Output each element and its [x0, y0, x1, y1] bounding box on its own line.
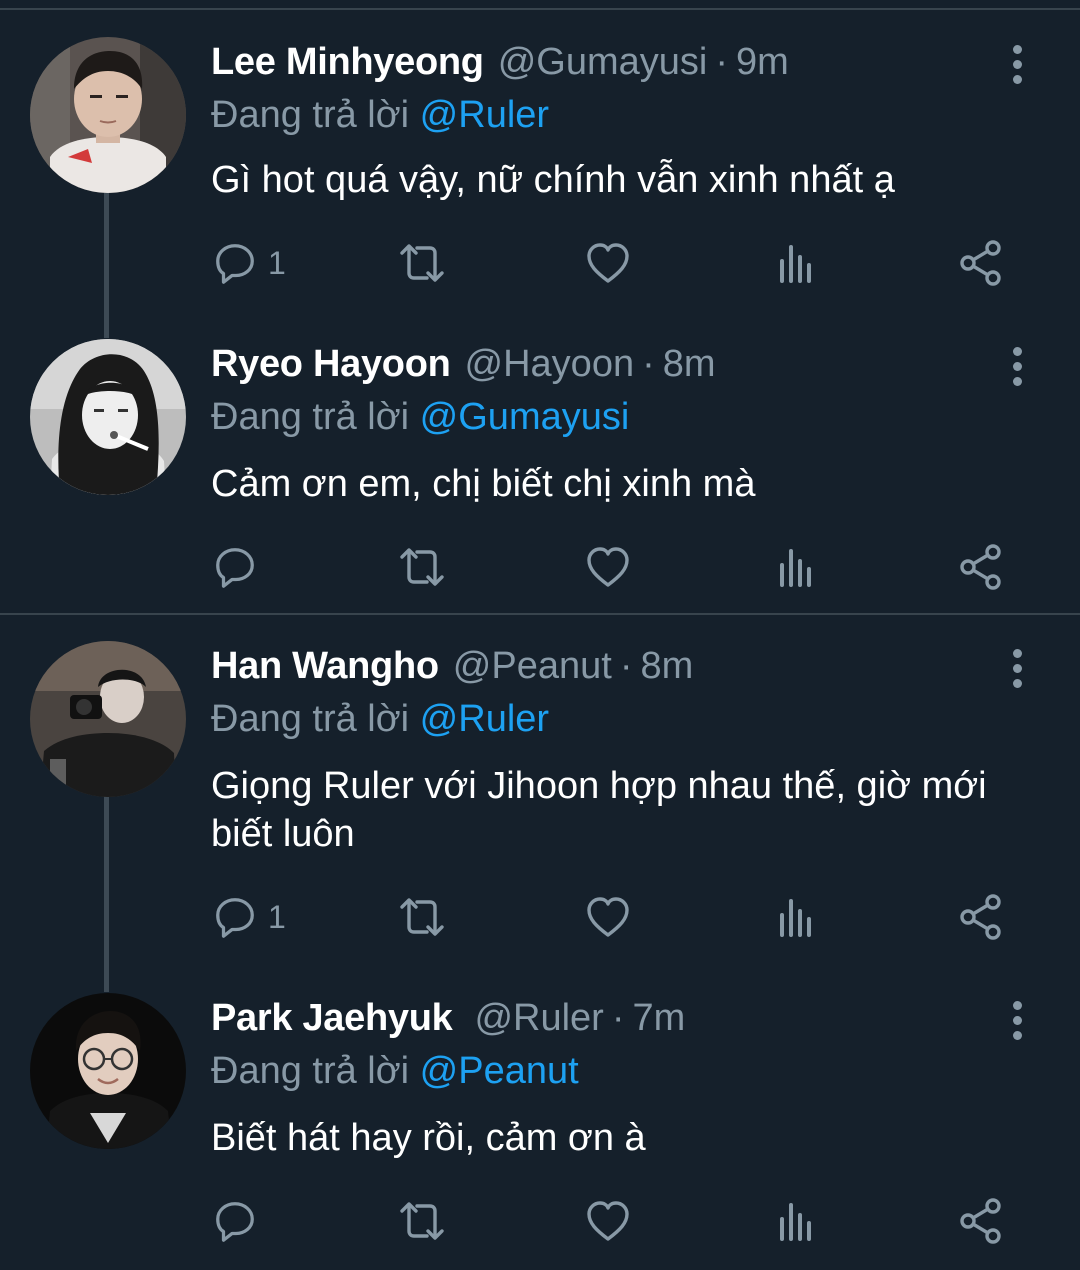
- tweet-header: Han Wangho @Peanut · 8m: [211, 645, 693, 705]
- display-name[interactable]: Ryeo Hayoon: [211, 343, 451, 386]
- like-button[interactable]: [584, 238, 632, 288]
- dot-separator: ·: [642, 343, 655, 385]
- tweet-header: Park Jaehyuk @Ruler · 7m: [211, 997, 685, 1057]
- handle[interactable]: @Ruler: [474, 997, 603, 1040]
- retweet-icon: [394, 543, 450, 591]
- analytics-button[interactable]: [772, 892, 820, 942]
- analytics-button[interactable]: [772, 542, 820, 592]
- reply-context: Đang trả lời @Peanut: [211, 1050, 579, 1093]
- handle[interactable]: @Peanut: [453, 645, 612, 688]
- tweet-header: Lee Minhyeong @Gumayusi · 9m: [211, 41, 789, 101]
- reply-prefix: Đang trả lời: [211, 94, 410, 136]
- retweet-button[interactable]: [394, 542, 450, 592]
- reply-mention-link[interactable]: @Gumayusi: [420, 396, 630, 438]
- like-button[interactable]: [584, 1196, 632, 1246]
- analytics-icon: [772, 893, 820, 941]
- share-button[interactable]: [957, 542, 1005, 592]
- display-name[interactable]: Lee Minhyeong: [211, 41, 484, 84]
- reply-context: Đang trả lời @Gumayusi: [211, 396, 629, 439]
- like-icon: [584, 893, 632, 941]
- share-icon: [957, 1197, 1005, 1245]
- reply-context: Đang trả lời @Ruler: [211, 698, 549, 741]
- analytics-icon: [772, 543, 820, 591]
- dot-separator: ·: [611, 997, 625, 1039]
- reply-icon: [212, 240, 258, 286]
- reply-count: 1: [268, 898, 286, 935]
- reply-icon: [212, 1198, 258, 1244]
- more-options-icon[interactable]: [1000, 42, 1034, 86]
- avatar[interactable]: [30, 37, 186, 193]
- tweet-header: Ryeo Hayoon @Hayoon · 8m: [211, 343, 716, 403]
- retweet-icon: [394, 239, 450, 287]
- action-bar: 1: [0, 238, 1080, 288]
- reply-button[interactable]: [212, 542, 268, 592]
- conversation-divider: [0, 613, 1080, 615]
- retweet-button[interactable]: [394, 1196, 450, 1246]
- reply-icon: [212, 894, 258, 940]
- like-button[interactable]: [584, 892, 632, 942]
- analytics-icon: [772, 239, 820, 287]
- top-divider: [0, 8, 1080, 10]
- reply-prefix: Đang trả lời: [211, 698, 410, 740]
- reply-button[interactable]: [212, 1196, 268, 1246]
- retweet-button[interactable]: [394, 238, 450, 288]
- analytics-button[interactable]: [772, 238, 820, 288]
- tweet-text: Biết hát hay rồi, cảm ơn à: [211, 1117, 646, 1159]
- dot-separator: ·: [619, 645, 633, 687]
- reply-mention-link[interactable]: @Ruler: [420, 698, 549, 740]
- timestamp[interactable]: 8m: [663, 343, 716, 386]
- share-button[interactable]: [957, 1196, 1005, 1246]
- action-bar: [0, 1196, 1080, 1246]
- like-icon: [584, 1197, 632, 1245]
- share-button[interactable]: [957, 238, 1005, 288]
- action-bar: 1: [0, 892, 1080, 942]
- display-name[interactable]: Park Jaehyuk: [211, 997, 453, 1040]
- retweet-button[interactable]: [394, 892, 450, 942]
- tweet-text: Gì hot quá vậy, nữ chính vẫn xinh nhất ạ: [211, 159, 895, 201]
- avatar[interactable]: [30, 641, 186, 797]
- share-icon: [957, 893, 1005, 941]
- tweet-text: Giọng Ruler với Jihoon hợp nhau thế, giờ…: [211, 765, 987, 855]
- timestamp[interactable]: 9m: [736, 41, 789, 84]
- reply-count: 1: [268, 244, 286, 281]
- reply-button[interactable]: 1: [212, 238, 286, 288]
- more-options-icon[interactable]: [1000, 344, 1034, 388]
- retweet-icon: [394, 893, 450, 941]
- more-options-icon[interactable]: [1000, 998, 1034, 1042]
- reply-icon: [212, 544, 258, 590]
- share-icon: [957, 543, 1005, 591]
- analytics-icon: [772, 1197, 820, 1245]
- timestamp[interactable]: 8m: [640, 645, 693, 688]
- display-name[interactable]: Han Wangho: [211, 645, 439, 688]
- reply-mention-link[interactable]: @Peanut: [420, 1050, 579, 1092]
- handle[interactable]: @Gumayusi: [498, 41, 708, 84]
- reply-mention-link[interactable]: @Ruler: [420, 94, 549, 136]
- like-icon: [584, 239, 632, 287]
- share-button[interactable]: [957, 892, 1005, 942]
- reply-prefix: Đang trả lời: [211, 1050, 410, 1092]
- handle[interactable]: @Hayoon: [465, 343, 635, 386]
- like-icon: [584, 543, 632, 591]
- reply-context: Đang trả lời @Ruler: [211, 94, 549, 137]
- dot-separator: ·: [715, 41, 728, 83]
- analytics-button[interactable]: [772, 1196, 820, 1246]
- reply-button[interactable]: 1: [212, 892, 286, 942]
- retweet-icon: [394, 1197, 450, 1245]
- timestamp[interactable]: 7m: [633, 997, 686, 1040]
- tweet-text: Cảm ơn em, chị biết chị xinh mà: [211, 463, 756, 505]
- avatar[interactable]: [30, 339, 186, 495]
- like-button[interactable]: [584, 542, 632, 592]
- more-options-icon[interactable]: [1000, 646, 1034, 690]
- action-bar: [0, 542, 1080, 592]
- avatar[interactable]: [30, 993, 186, 1149]
- share-icon: [957, 239, 1005, 287]
- reply-prefix: Đang trả lời: [211, 396, 410, 438]
